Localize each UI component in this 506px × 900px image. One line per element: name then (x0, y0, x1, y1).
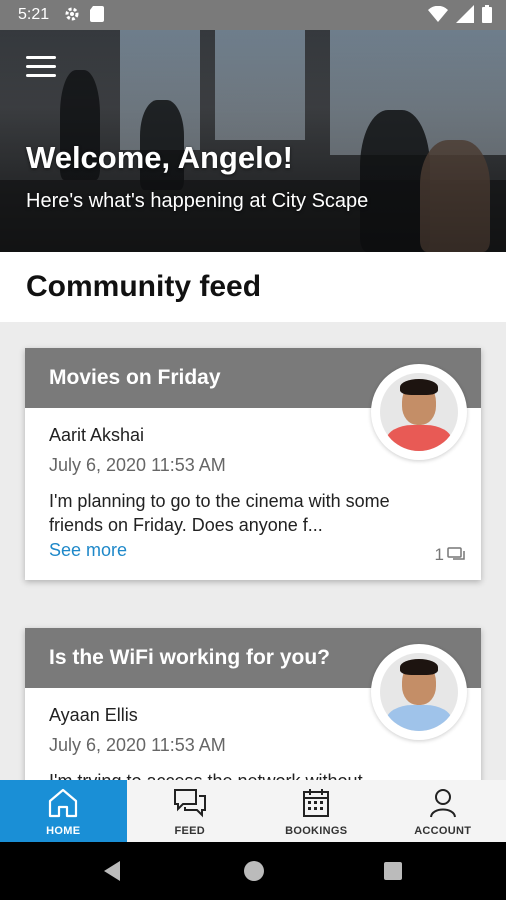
status-time: 5:21 (18, 6, 50, 23)
comment-icon (447, 547, 465, 560)
avatar[interactable] (371, 364, 467, 460)
avatar-hair (400, 659, 438, 675)
status-bar: 5:21 (0, 0, 506, 30)
avatar-shirt (386, 425, 452, 451)
sd-card-icon (90, 6, 104, 22)
chat-icon (173, 789, 206, 818)
system-nav-bar (0, 842, 506, 900)
post-date: July 6, 2020 11:53 AM (49, 735, 226, 755)
see-more-link[interactable]: See more (49, 540, 127, 561)
avatar-shirt (386, 705, 452, 731)
signal-icon (456, 5, 474, 23)
nav-account-label: ACCOUNT (414, 825, 472, 837)
avatar-image (380, 653, 458, 731)
wifi-icon (428, 6, 448, 22)
comment-count-value: 1 (434, 545, 444, 564)
nav-feed[interactable]: FEED (127, 780, 254, 842)
nav-account[interactable]: ACCOUNT (380, 780, 506, 842)
recent-apps-icon[interactable] (384, 862, 402, 880)
avatar[interactable] (371, 644, 467, 740)
post-body: I'm planning to go to the cinema with so… (49, 491, 390, 535)
home-icon (49, 788, 78, 818)
settings-icon (65, 7, 79, 21)
comment-count[interactable]: 1 (435, 545, 467, 565)
welcome-heading: Welcome, Angelo! (26, 140, 293, 175)
menu-icon[interactable] (26, 56, 56, 78)
nav-feed-label: FEED (174, 825, 206, 837)
battery-icon (482, 5, 492, 23)
avatar-hair (400, 379, 438, 395)
post-date: July 6, 2020 11:53 AM (49, 455, 226, 475)
back-icon[interactable] (104, 861, 120, 881)
calendar-icon (303, 789, 330, 817)
nav-bookings-label: BOOKINGS (285, 825, 348, 837)
page-title: Community feed (26, 270, 262, 303)
post-author[interactable]: Ayaan Ellis (49, 705, 138, 726)
hero-banner: Welcome, Angelo! Here's what's happening… (0, 30, 506, 252)
feed-header: Community feed (0, 252, 506, 322)
avatar-image (380, 373, 458, 451)
nav-home[interactable]: HOME (0, 780, 127, 842)
nav-home-label: HOME (46, 825, 81, 837)
welcome-subtitle: Here's what's happening at City Scape (26, 190, 369, 212)
bottom-nav: HOME FEED BOOKINGS ACCOUNT (0, 780, 506, 842)
post-author[interactable]: Aarit Akshai (49, 425, 144, 446)
feed-post-card[interactable]: Movies on Friday Aarit Akshai July 6, 20… (25, 348, 481, 580)
person-icon (429, 789, 456, 818)
nav-bookings[interactable]: BOOKINGS (253, 780, 380, 842)
home-circle-icon[interactable] (244, 861, 264, 881)
